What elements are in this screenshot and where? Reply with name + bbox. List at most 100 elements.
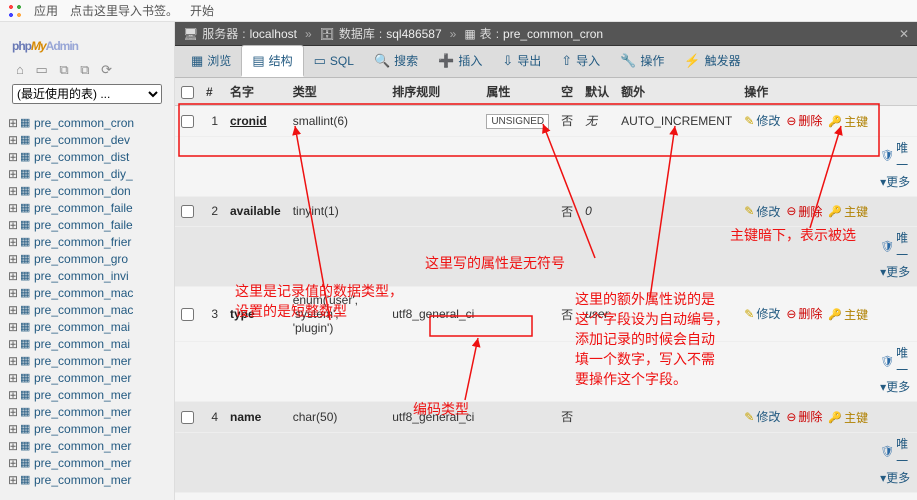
tab-导入[interactable]: ⇧导入 — [551, 46, 610, 77]
more-button[interactable]: ▾更多 — [880, 471, 910, 485]
tab-导出[interactable]: ⇩导出 — [492, 46, 551, 77]
more-button[interactable]: ▾更多 — [880, 175, 910, 189]
tab-浏览[interactable]: ▦浏览 — [181, 46, 241, 77]
expand-icon[interactable]: ⊞ — [6, 337, 20, 351]
tree-item[interactable]: ⊞▦pre_common_mer — [6, 471, 168, 488]
tree-item[interactable]: ⊞▦pre_common_dev — [6, 131, 168, 148]
tree-item[interactable]: ⊞▦pre_common_mer — [6, 454, 168, 471]
check-all[interactable] — [181, 86, 194, 99]
row-checkbox[interactable] — [181, 205, 194, 218]
more-button[interactable]: ▾更多 — [880, 380, 910, 394]
edit-button[interactable]: 修改 — [744, 305, 780, 322]
column-name[interactable]: name — [230, 410, 261, 424]
expand-icon[interactable]: ⊞ — [6, 201, 20, 215]
tab-label: 触发器 — [705, 52, 741, 69]
tree-item[interactable]: ⊞▦pre_common_invi — [6, 267, 168, 284]
primary-key-button[interactable]: 主键 — [828, 306, 868, 323]
unique-button[interactable]: 唯一 — [880, 344, 911, 378]
primary-key-button[interactable]: 主键 — [828, 203, 868, 220]
primary-key-button[interactable]: 主键 — [828, 113, 868, 130]
column-name[interactable]: type — [230, 307, 255, 321]
expand-icon[interactable]: ⊞ — [6, 150, 20, 164]
tree-item[interactable]: ⊞▦pre_common_faile — [6, 216, 168, 233]
tree-item[interactable]: ⊞▦pre_common_mai — [6, 318, 168, 335]
unique-button[interactable]: 唯一 — [880, 139, 911, 173]
expand-icon[interactable]: ⊞ — [6, 422, 20, 436]
tree-item[interactable]: ⊞▦pre_common_mer — [6, 386, 168, 403]
tree-item[interactable]: ⊞▦pre_common_gro — [6, 250, 168, 267]
close-icon[interactable]: ✕ — [899, 27, 909, 41]
tab-结构[interactable]: ▤结构 — [241, 45, 303, 77]
crumb-server[interactable]: localhost — [250, 27, 297, 41]
tab-插入[interactable]: ➕插入 — [428, 46, 492, 77]
tab-操作[interactable]: 🔧操作 — [610, 46, 674, 77]
tree-item[interactable]: ⊞▦pre_common_mac — [6, 301, 168, 318]
recent-tables-select[interactable]: (最近使用的表) ... — [12, 84, 162, 104]
expand-icon[interactable]: ⊞ — [6, 405, 20, 419]
th-null[interactable]: 空 — [555, 78, 579, 106]
column-name[interactable]: cronid — [230, 114, 267, 128]
tree-item[interactable]: ⊞▦pre_common_mer — [6, 420, 168, 437]
tree-item[interactable]: ⊞▦pre_common_diy_ — [6, 165, 168, 182]
drop-button[interactable]: 删除 — [786, 305, 822, 322]
apps-label[interactable]: 应用 — [34, 2, 58, 19]
expand-icon[interactable]: ⊞ — [6, 320, 20, 334]
expand-icon[interactable]: ⊞ — [6, 218, 20, 232]
tree-item[interactable]: ⊞▦pre_common_mer — [6, 437, 168, 454]
expand-icon[interactable]: ⊞ — [6, 439, 20, 453]
expand-icon[interactable]: ⊞ — [6, 269, 20, 283]
crumb-tbl[interactable]: pre_common_cron — [503, 27, 603, 41]
column-name[interactable]: available — [230, 204, 281, 218]
expand-icon[interactable]: ⊞ — [6, 371, 20, 385]
tree-item[interactable]: ⊞▦pre_common_frier — [6, 233, 168, 250]
tab-触发器[interactable]: ⚡触发器 — [674, 46, 750, 77]
tree-item[interactable]: ⊞▦pre_common_mer — [6, 369, 168, 386]
sidebar-quick-icons[interactable]: ⌂ ▭ ⧉ ⧉ ⟳ — [16, 62, 168, 78]
tree-item[interactable]: ⊞▦pre_common_don — [6, 182, 168, 199]
expand-icon[interactable]: ⊞ — [6, 354, 20, 368]
th-default[interactable]: 默认 — [579, 78, 615, 106]
tree-item[interactable]: ⊞▦pre_common_dist — [6, 148, 168, 165]
expand-icon[interactable]: ⊞ — [6, 133, 20, 147]
th-type[interactable]: 类型 — [287, 78, 387, 106]
th-attr[interactable]: 属性 — [480, 78, 555, 106]
edit-button[interactable]: 修改 — [744, 203, 780, 220]
expand-icon[interactable]: ⊞ — [6, 116, 20, 130]
tab-搜索[interactable]: 🔍搜索 — [364, 46, 428, 77]
tree-item[interactable]: ⊞▦pre_common_mer — [6, 403, 168, 420]
th-name[interactable]: 名字 — [224, 78, 287, 106]
row-checkbox[interactable] — [181, 308, 194, 321]
expand-icon[interactable]: ⊞ — [6, 184, 20, 198]
tree-item[interactable]: ⊞▦pre_common_mer — [6, 352, 168, 369]
edit-button[interactable]: 修改 — [744, 112, 780, 129]
expand-icon[interactable]: ⊞ — [6, 456, 20, 470]
tree-item[interactable]: ⊞▦pre_common_cron — [6, 114, 168, 131]
tree-item[interactable]: ⊞▦pre_common_mai — [6, 335, 168, 352]
more-button[interactable]: ▾更多 — [880, 265, 910, 279]
primary-key-button[interactable]: 主键 — [828, 409, 868, 426]
expand-icon[interactable]: ⊞ — [6, 473, 20, 487]
expand-icon[interactable]: ⊞ — [6, 252, 20, 266]
tab-SQL[interactable]: ▭SQL — [304, 47, 364, 77]
th-collation[interactable]: 排序规则 — [386, 78, 480, 106]
th-extra[interactable]: 额外 — [615, 78, 738, 106]
tree-item[interactable]: ⊞▦pre_common_faile — [6, 199, 168, 216]
expand-icon[interactable]: ⊞ — [6, 235, 20, 249]
table-icon: ▦ — [20, 439, 34, 452]
expand-icon[interactable]: ⊞ — [6, 286, 20, 300]
unique-button[interactable]: 唯一 — [880, 229, 911, 263]
row-checkbox[interactable] — [181, 411, 194, 424]
expand-icon[interactable]: ⊞ — [6, 167, 20, 181]
row-checkbox[interactable] — [181, 115, 194, 128]
bookmark-hint[interactable]: 点击这里导入书签。 — [70, 2, 178, 19]
bookmark-start[interactable]: 开始 — [190, 2, 214, 19]
drop-button[interactable]: 删除 — [786, 408, 822, 425]
expand-icon[interactable]: ⊞ — [6, 303, 20, 317]
edit-button[interactable]: 修改 — [744, 408, 780, 425]
drop-button[interactable]: 删除 — [786, 203, 822, 220]
drop-button[interactable]: 删除 — [786, 112, 822, 129]
expand-icon[interactable]: ⊞ — [6, 388, 20, 402]
unique-button[interactable]: 唯一 — [880, 435, 911, 469]
crumb-db[interactable]: sql486587 — [386, 27, 441, 41]
tree-item[interactable]: ⊞▦pre_common_mac — [6, 284, 168, 301]
